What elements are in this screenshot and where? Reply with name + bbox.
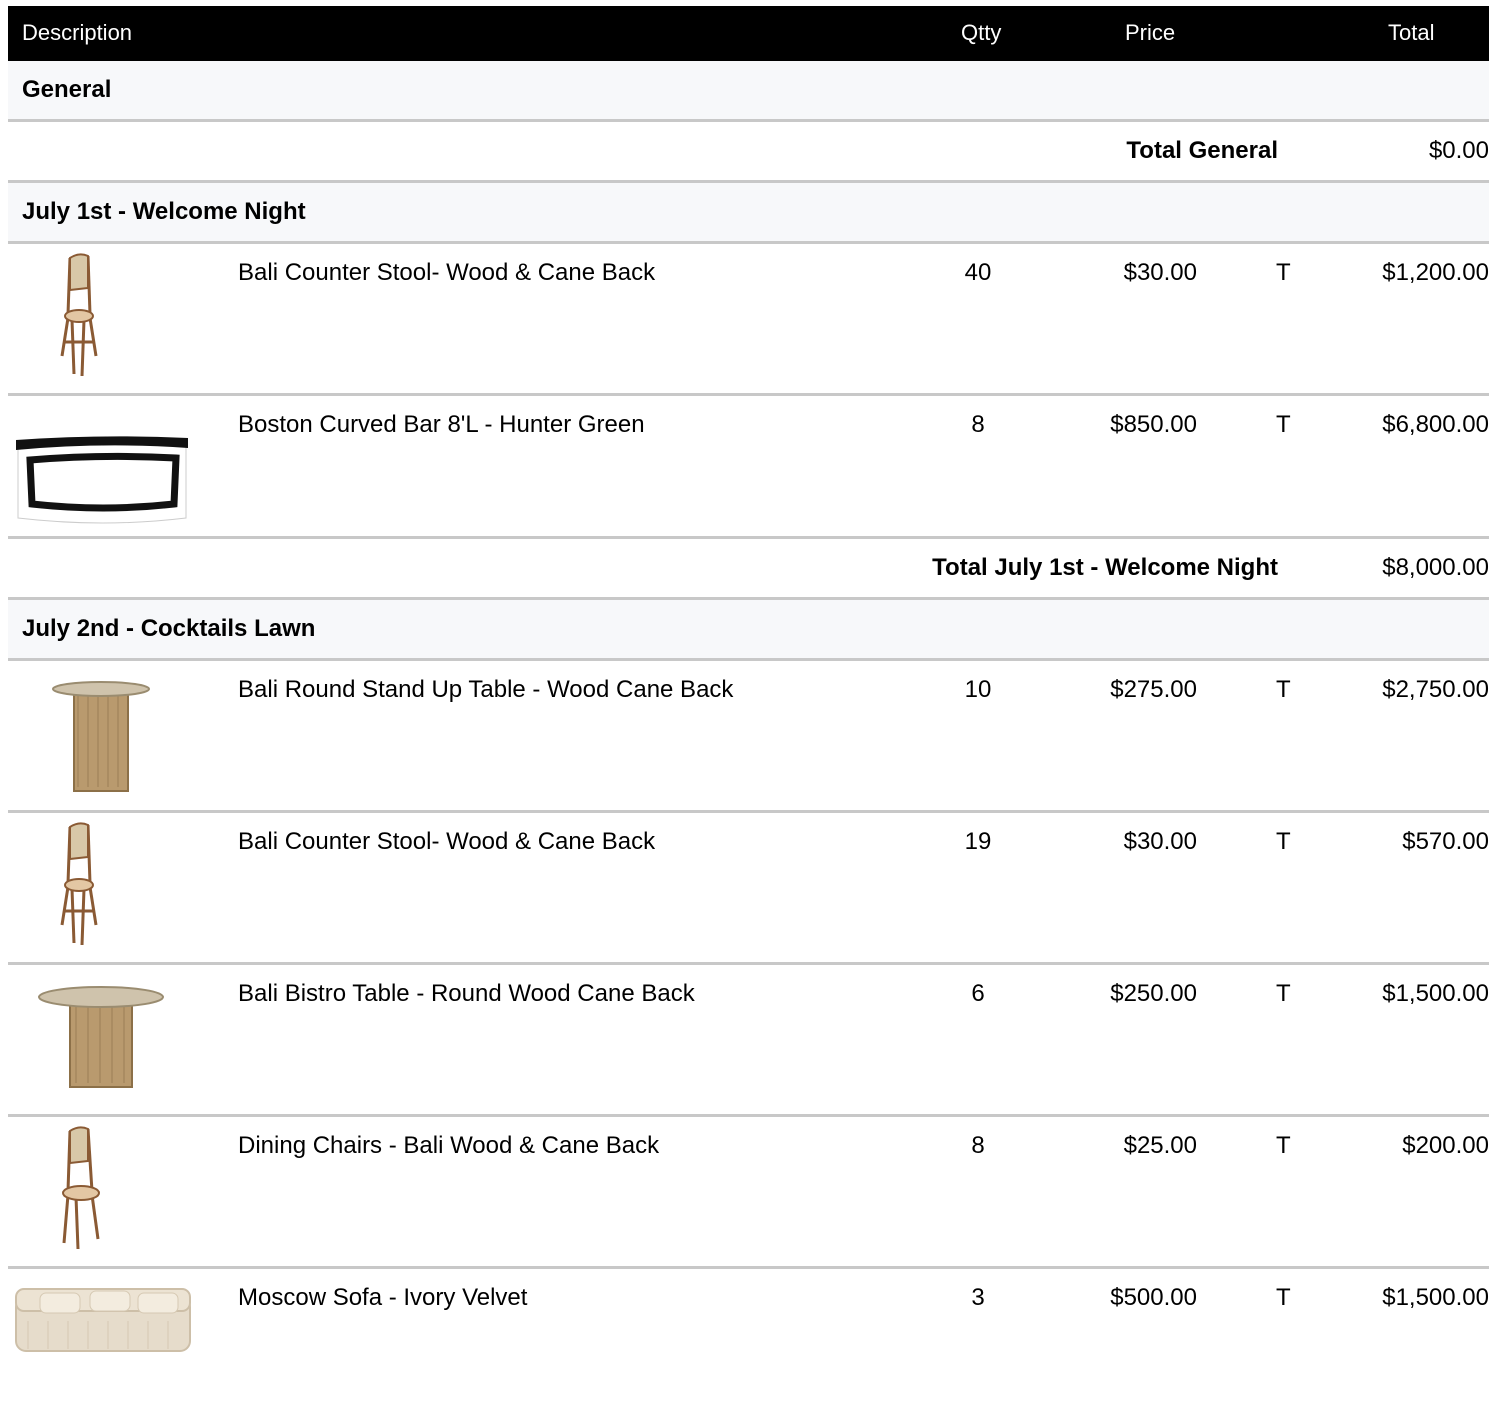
header-description: Description (22, 20, 133, 45)
sofa-icon (8, 1269, 198, 1409)
item-price: $30.00 (1123, 828, 1197, 855)
table-row[interactable]: Bali Bistro Table - Round Wood Cane Back… (8, 965, 1489, 1117)
item-description: Moscow Sofa - Ivory Velvet (238, 1284, 528, 1311)
table-row[interactable]: Dining Chairs - Bali Wood & Cane Back 8 … (8, 1117, 1489, 1269)
item-qty: 40 (964, 259, 992, 286)
item-total: $200.00 (1402, 1132, 1489, 1159)
bistro-table-icon (8, 965, 198, 1105)
quote-table: Description Qtty Price Total General Tot… (8, 6, 1489, 1369)
item-tax-flag: T (1276, 1132, 1291, 1159)
item-qty: 8 (971, 1132, 985, 1159)
table-row[interactable]: Bali Counter Stool- Wood & Cane Back 40 … (8, 244, 1489, 396)
item-description: Bali Counter Stool- Wood & Cane Back (238, 828, 656, 855)
item-price: $500.00 (1110, 1284, 1197, 1311)
item-qty: 19 (964, 828, 992, 855)
item-price: $250.00 (1110, 980, 1197, 1007)
item-qty: 10 (964, 676, 992, 703)
section-subtotal: Total General $0.00 (8, 122, 1489, 183)
subtotal-label: Total July 1st - Welcome Night (932, 554, 1278, 581)
item-description: Bali Round Stand Up Table - Wood Cane Ba… (238, 676, 734, 703)
table-row[interactable]: Boston Curved Bar 8'L - Hunter Green 8 $… (8, 396, 1489, 539)
header-price: Price (1125, 20, 1176, 45)
item-description: Dining Chairs - Bali Wood & Cane Back (238, 1132, 660, 1159)
item-tax-flag: T (1276, 980, 1291, 1007)
counter-stool-icon (8, 244, 198, 384)
item-description: Bali Counter Stool- Wood & Cane Back (238, 259, 656, 286)
item-tax-flag: T (1276, 676, 1291, 703)
table-row[interactable]: Moscow Sofa - Ivory Velvet 3 $500.00 T $… (8, 1269, 1489, 1369)
stand-up-table-icon (8, 661, 198, 801)
table-row[interactable]: Bali Round Stand Up Table - Wood Cane Ba… (8, 661, 1489, 813)
section-header: General (8, 61, 1489, 122)
header-total: Total (1388, 20, 1435, 45)
item-qty: 6 (971, 980, 985, 1007)
item-total: $570.00 (1402, 828, 1489, 855)
section-subtotal: Total July 1st - Welcome Night $8,000.00 (8, 539, 1489, 600)
item-total: $1,500.00 (1382, 980, 1489, 1007)
section-header: July 2nd - Cocktails Lawn (8, 600, 1489, 661)
counter-stool-icon (8, 813, 198, 953)
item-tax-flag: T (1276, 259, 1291, 286)
item-tax-flag: T (1276, 828, 1291, 855)
dining-chair-icon (8, 1117, 198, 1257)
item-description: Bali Bistro Table - Round Wood Cane Back (238, 980, 695, 1007)
subtotal-amount: $0.00 (1428, 137, 1489, 164)
header-qty: Qtty (961, 20, 1002, 45)
item-total: $2,750.00 (1382, 676, 1489, 703)
item-qty: 8 (971, 411, 985, 438)
item-total: $6,800.00 (1382, 411, 1489, 438)
item-tax-flag: T (1276, 1284, 1291, 1311)
item-price: $30.00 (1123, 259, 1197, 286)
item-price: $275.00 (1110, 676, 1197, 703)
subtotal-label: Total General (1126, 137, 1278, 164)
item-total: $1,500.00 (1382, 1284, 1489, 1311)
section-title: July 1st - Welcome Night (22, 198, 306, 225)
curved-bar-icon (8, 396, 198, 536)
section-title: July 2nd - Cocktails Lawn (22, 615, 316, 642)
item-tax-flag: T (1276, 411, 1291, 438)
table-row[interactable]: Bali Counter Stool- Wood & Cane Back 19 … (8, 813, 1489, 965)
item-total: $1,200.00 (1382, 259, 1489, 286)
item-price: $850.00 (1110, 411, 1197, 438)
item-price: $25.00 (1123, 1132, 1197, 1159)
section-title: General (22, 76, 112, 103)
table-header: Description Qtty Price Total (8, 6, 1489, 61)
subtotal-amount: $8,000.00 (1382, 554, 1489, 581)
item-qty: 3 (971, 1284, 985, 1311)
item-description: Boston Curved Bar 8'L - Hunter Green (238, 411, 645, 438)
section-header: July 1st - Welcome Night (8, 183, 1489, 244)
